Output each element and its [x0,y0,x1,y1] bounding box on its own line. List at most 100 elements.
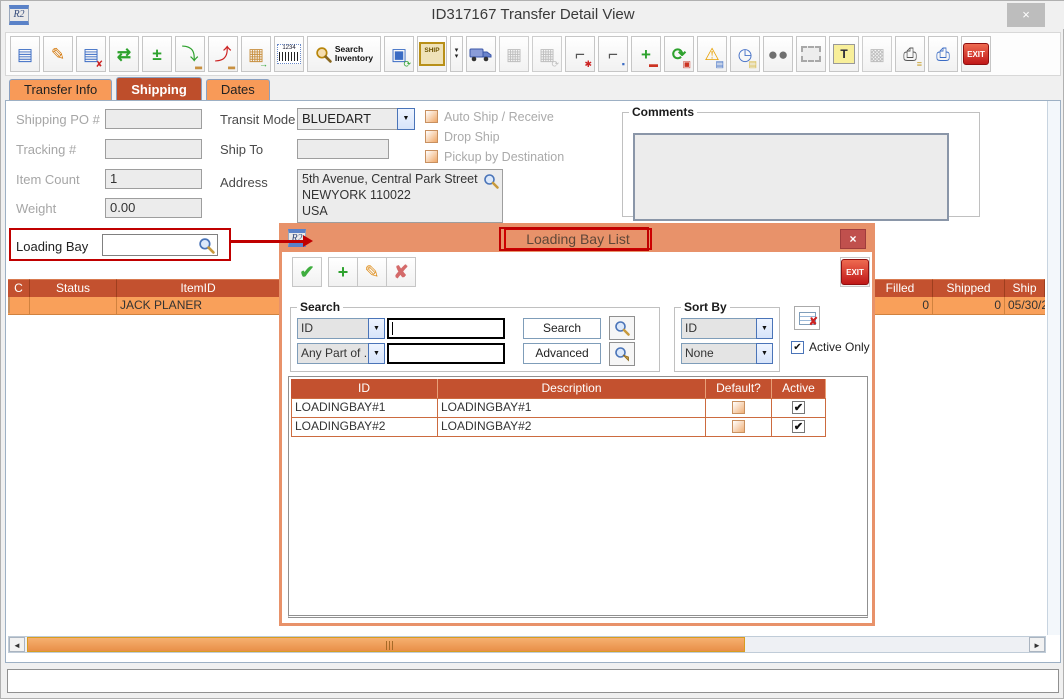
loading-bay-row[interactable]: LOADINGBAY#2LOADINGBAY#2✔ [292,418,826,437]
search-inventory-button[interactable]: Search Inventory [307,36,381,72]
active-checkbox[interactable]: ✔ [792,420,805,433]
tracking-field [105,139,202,159]
col-status[interactable]: Status [30,279,117,297]
add-remove-icon[interactable]: ± [142,36,172,72]
crate-return-icon-disabled[interactable]: ▦⟳ [532,36,562,72]
delete-x-icon[interactable]: ✘ [386,257,416,287]
search-match-value: Any Part of ... [297,343,368,364]
icon-glyph: ▬ [649,60,658,69]
active-checkbox[interactable]: ✔ [792,401,805,414]
tracking-label: Tracking # [16,142,76,157]
tab-transfer-info[interactable]: Transfer Info [9,79,112,100]
address-label: Address [220,175,268,190]
cycle-count-icon[interactable]: ▣⟳ [384,36,414,72]
col-itemid[interactable]: ItemID [117,279,280,297]
col-active[interactable]: Active [772,379,826,398]
receive-stock-icon[interactable]: ⤵▂ [175,36,205,72]
icon-glyph: ⎙ [936,46,950,63]
chevron-down-icon[interactable]: ▼ [397,108,415,130]
export-remove-button[interactable]: ✘ [794,306,820,330]
window-title: ID317167 Transfer Detail View [1,6,1064,23]
sort-primary-combo[interactable]: ID ▼ [681,318,773,339]
comments-textarea[interactable] [633,133,949,221]
col-description[interactable]: Description [438,379,706,398]
multi-select-icon-disabled[interactable]: ▩ [862,36,892,72]
horizontal-scrollbar[interactable]: ◄ ► [8,636,1046,653]
icon-glyph: ▂ [228,60,235,69]
scroll-right-button[interactable]: ► [1029,637,1045,652]
status-bar [7,669,1059,693]
return-stock-icon[interactable]: ⤴▂ [208,36,238,72]
barcode-icon[interactable]: 1234 [274,36,304,72]
sort-secondary-combo[interactable]: None ▼ [681,343,773,364]
notes-history-icon[interactable]: ◷▤ [730,36,760,72]
scanner-save-icon[interactable]: ⌐▪ [598,36,628,72]
col-shipped[interactable]: Shipped [933,279,1005,297]
col-c[interactable]: C [8,279,30,297]
chevron-down-icon[interactable]: ▼ [756,343,773,364]
sync-containers-icon[interactable]: ⟳▣ [664,36,694,72]
add-icon[interactable]: + [328,257,358,287]
address-search-icon[interactable] [483,173,499,189]
icon-glyph: ⌐ [608,46,618,63]
col-filled[interactable]: Filled [868,279,933,297]
search-input[interactable] [387,318,505,339]
icon-glyph: ▾ ▾ [455,48,459,59]
exit-button[interactable]: EXIT [961,36,991,72]
scanner-gun-icon[interactable]: ⌐✱ [565,36,595,72]
chevron-down-icon[interactable]: ▼ [368,343,385,364]
search-field-combo[interactable]: ID ▼ [297,318,385,339]
delete-record-icon[interactable]: ▤✘ [76,36,106,72]
list-cell: ✔ [772,418,826,437]
vertical-scrollbar[interactable] [1047,101,1060,635]
chevron-down-icon[interactable]: ▼ [756,318,773,339]
icon-glyph: ▩ [869,46,885,63]
advanced-search-button[interactable] [609,342,635,366]
col-id[interactable]: ID [291,379,438,398]
red-x-icon: ✘ [809,315,818,328]
exit-button[interactable]: EXIT [840,257,870,287]
search-input-2[interactable] [387,343,505,364]
more-options-icon[interactable]: ▾ ▾ [450,36,463,72]
edit-notepad-icon[interactable]: ✎ [43,36,73,72]
crate-icon-disabled[interactable]: ▦ [499,36,529,72]
selection-icon-disabled[interactable] [796,36,826,72]
active-only-checkbox[interactable]: ✔ [791,341,804,354]
scroll-left-button[interactable]: ◄ [9,637,25,652]
chevron-down-icon[interactable]: ▼ [368,318,385,339]
print-icon[interactable]: ⎙ [928,36,958,72]
group-items-icon[interactable]: ●● [763,36,793,72]
adjust-quantity-icon[interactable]: +▬ [631,36,661,72]
ship-stamp-icon[interactable]: SHIP [417,36,447,72]
view-document-icon[interactable]: ▤ [10,36,40,72]
col-default[interactable]: Default? [706,379,772,398]
loading-bay-rows: LOADINGBAY#1LOADINGBAY#1✔LOADINGBAY#2LOA… [291,398,826,437]
print-list-icon[interactable]: ⎙≡ [895,36,925,72]
scrollbar-thumb[interactable] [27,637,745,652]
transit-mode-combo[interactable]: BLUEDART ▼ [297,108,415,130]
default-checkbox[interactable] [732,420,745,433]
default-checkbox[interactable] [732,401,745,414]
search-button[interactable]: Search [523,318,601,339]
row-checkbox[interactable] [8,297,10,313]
transfer-stock-icon[interactable]: ▦→ [241,36,271,72]
advanced-button[interactable]: Advanced [523,343,601,364]
col-ship-date[interactable]: Ship Da [1005,279,1045,297]
truck-glyph [469,46,493,63]
truck-icon[interactable] [466,36,496,72]
tab-shipping[interactable]: Shipping [116,77,202,100]
close-button[interactable]: × [1007,3,1045,27]
tab-dates[interactable]: Dates [206,79,270,100]
truck-ticket-icon[interactable]: T [829,36,859,72]
modal-close-button[interactable]: × [840,229,866,249]
search-match-combo[interactable]: Any Part of ... ▼ [297,343,385,364]
accept-icon[interactable]: ✔ [292,257,322,287]
edit-pencil-icon[interactable]: ✎ [357,257,387,287]
address-field[interactable]: 5th Avenue, Central Park Street NEWYORK … [297,169,503,223]
search-magnifier-button[interactable] [609,316,635,340]
alert-document-icon[interactable]: ⚠▤ [697,36,727,72]
address-line3: USA [302,203,498,219]
loading-bay-row[interactable]: LOADINGBAY#1LOADINGBAY#1✔ [292,399,826,418]
icon-glyph: ✱ [584,60,592,69]
refresh-icon[interactable]: ⇄ [109,36,139,72]
